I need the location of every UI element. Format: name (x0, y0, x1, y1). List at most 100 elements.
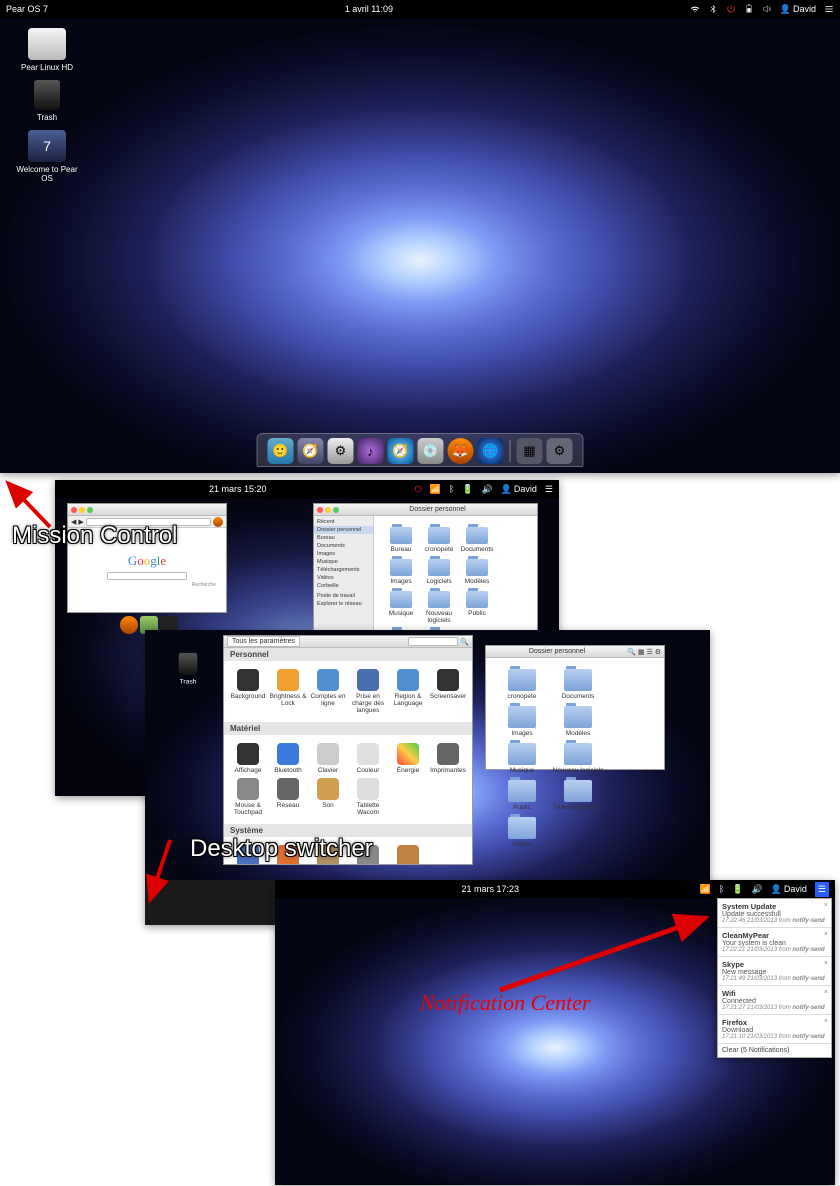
sidebar-item[interactable]: Musique (314, 558, 373, 566)
desktop-icon-trash[interactable]: Trash (158, 653, 218, 685)
user-menu[interactable]: 👤 David (771, 884, 807, 895)
settings-item[interactable]: Couleur (348, 741, 388, 776)
dock-safari[interactable]: 🧭 (388, 438, 414, 464)
dock-firefox[interactable]: 🦊 (448, 438, 474, 464)
folder[interactable]: Nouveau logiciels (550, 740, 606, 777)
folder[interactable]: Logiciels (420, 556, 458, 588)
user-menu[interactable]: 👤 David (780, 4, 816, 15)
close-icon[interactable]: × (824, 989, 828, 996)
folder[interactable]: cronopete (494, 666, 550, 703)
folder[interactable]: Musique (382, 588, 420, 627)
sidebar-item[interactable]: Documents (314, 542, 373, 550)
close-icon[interactable]: × (824, 960, 828, 967)
dock-finder[interactable]: 🙂 (268, 438, 294, 464)
mission-window-browser[interactable]: ◀ ▶ Google Recherche (67, 503, 227, 613)
mission-window-files[interactable]: Dossier personnel RécentDossier personne… (313, 503, 538, 633)
desktop-icon-hd[interactable]: Pear Linux HD (12, 28, 82, 72)
power-icon[interactable] (726, 4, 736, 14)
folder[interactable]: Bureau (382, 524, 420, 556)
bluetooth-icon[interactable]: ᛒ (449, 484, 454, 494)
settings-item[interactable]: Tablette Wacom (348, 776, 388, 818)
settings-item[interactable]: Prise en charge des langues (348, 667, 388, 716)
sidebar-item[interactable]: Dossier personnel (314, 526, 373, 534)
battery-icon[interactable]: 🔋 (462, 484, 473, 495)
settings-item[interactable]: Screensaver (428, 667, 468, 716)
dock-drive[interactable]: 💿 (418, 438, 444, 464)
settings-item[interactable]: Imprimantes (428, 741, 468, 776)
notification-item[interactable]: FirefoxDownload17:21:10 21/03/2013 from … (718, 1015, 831, 1044)
settings-breadcrumb[interactable]: Tous les paramètres (227, 636, 300, 647)
dock-settings[interactable]: ⚙ (328, 438, 354, 464)
desktop-icon-trash[interactable]: Trash (12, 80, 82, 122)
folder[interactable]: Images (382, 556, 420, 588)
firefox-icon[interactable] (120, 616, 138, 634)
sidebar-item[interactable]: Téléchargements (314, 566, 373, 574)
desktop-icon-welcome[interactable]: 7Welcome to Pear OS (12, 130, 82, 183)
sidebar-item[interactable]: Explorer le réseau (314, 600, 373, 608)
gear-icon[interactable]: ⚙ (655, 648, 661, 656)
folder[interactable]: Nouveau logiciels (420, 588, 458, 627)
settings-item[interactable]: Affichage (228, 741, 268, 776)
user-menu[interactable]: 👤 David (501, 484, 537, 495)
wifi-icon[interactable] (690, 4, 700, 14)
settings-item[interactable]: Réseau (268, 776, 308, 818)
notification-item[interactable]: SkypeNew message17:21:49 21/03/2013 from… (718, 957, 831, 986)
folder[interactable]: Documents (550, 666, 606, 703)
folder[interactable]: Public (458, 588, 496, 627)
volume-icon[interactable]: 🔊 (751, 884, 762, 895)
sidebar-item[interactable]: Récent (314, 518, 373, 526)
search-input[interactable] (408, 637, 458, 646)
settings-item[interactable]: Sources de logiciels (388, 843, 428, 864)
dock-dashboard[interactable]: 🧭 (298, 438, 324, 464)
close-icon[interactable]: × (824, 902, 828, 909)
sidebar-item[interactable]: Vidéos (314, 574, 373, 582)
folder[interactable]: Images (494, 703, 550, 740)
close-icon[interactable]: × (824, 1018, 828, 1025)
folder[interactable]: Téléchargements (550, 777, 606, 814)
sidebar-item[interactable]: Corbeille (314, 582, 373, 590)
battery-icon[interactable]: 🔋 (732, 884, 743, 895)
bluetooth-icon[interactable] (708, 4, 718, 14)
view-list-icon[interactable]: ☰ (646, 648, 652, 656)
settings-item[interactable]: Region & Language (388, 667, 428, 716)
sidebar-item[interactable]: Poste de travail (314, 592, 373, 600)
close-icon[interactable]: × (824, 931, 828, 938)
bluetooth-icon[interactable]: ᛒ (719, 884, 724, 894)
settings-item[interactable]: Énergie (388, 741, 428, 776)
notification-item[interactable]: WifiConnected17:21:27 21/03/2013 from no… (718, 986, 831, 1015)
volume-icon[interactable]: 🔊 (481, 484, 492, 495)
settings-item[interactable]: Son (308, 776, 348, 818)
folder[interactable]: cronopete (420, 524, 458, 556)
files-window[interactable]: Dossier personnel 🔍 ▦ ☰ ⚙ cronopeteDocum… (485, 645, 665, 770)
notification-item[interactable]: System UpdateUpdate successfull17:22:46 … (718, 899, 831, 928)
dock-apps[interactable]: ⚙ (547, 438, 573, 464)
folder[interactable]: Public (494, 777, 550, 814)
battery-icon[interactable] (744, 4, 754, 14)
folder[interactable]: Modèles (458, 556, 496, 588)
power-icon[interactable]: ⏻ (415, 484, 422, 495)
settings-item[interactable]: Brightness & Lock (268, 667, 308, 716)
menu-icon[interactable]: ☰ (545, 484, 553, 495)
dock-globe[interactable]: 🌐 (478, 438, 504, 464)
settings-item[interactable]: Clavier (308, 741, 348, 776)
dock-launchpad[interactable]: ▦ (517, 438, 543, 464)
notification-item[interactable]: CleanMyPearYour system is clean17:22:21 … (718, 928, 831, 957)
settings-window[interactable]: Tous les paramètres 🔍 PersonnelBackgroun… (223, 635, 473, 865)
menu-icon[interactable] (824, 4, 834, 14)
wifi-icon[interactable]: 📶 (430, 484, 441, 495)
settings-item[interactable]: Background (228, 667, 268, 716)
folder[interactable]: Documents (458, 524, 496, 556)
sidebar-item[interactable]: Images (314, 550, 373, 558)
notification-toggle[interactable]: ☰ (815, 882, 829, 897)
volume-icon[interactable] (762, 4, 772, 14)
folder[interactable]: Musique (494, 740, 550, 777)
sidebar-item[interactable]: Bureau (314, 534, 373, 542)
dock-itunes[interactable]: ♪ (358, 438, 384, 464)
folder[interactable]: Vidéos (494, 814, 550, 851)
settings-item[interactable]: Bluetooth (268, 741, 308, 776)
clear-notifications[interactable]: Clear (5 Notifications) (718, 1044, 831, 1057)
search-icon[interactable]: 🔍 (627, 648, 636, 656)
folder[interactable]: Modèles (550, 703, 606, 740)
view-grid-icon[interactable]: ▦ (638, 648, 645, 656)
wifi-icon[interactable]: 📶 (700, 884, 711, 895)
